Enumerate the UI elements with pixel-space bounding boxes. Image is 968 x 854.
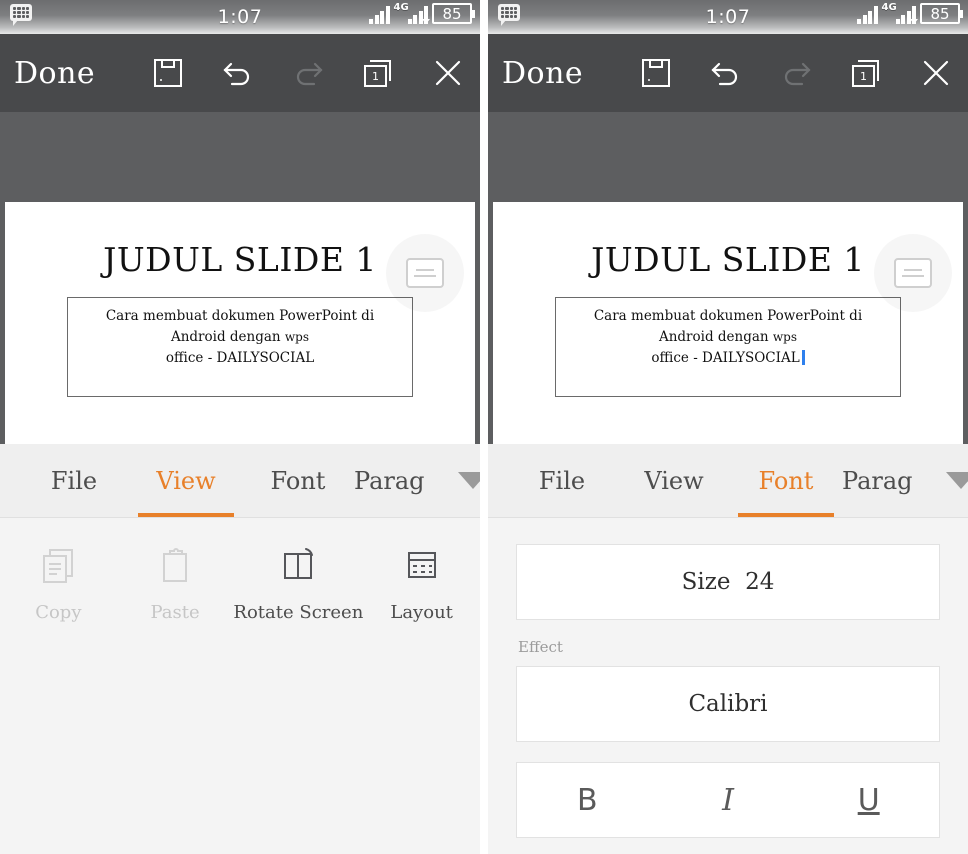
font-size-value: 24: [745, 569, 775, 595]
rotate-screen-button[interactable]: Rotate Screen: [233, 542, 363, 854]
ribbon-tab-bar: File View Font Parag: [0, 444, 480, 518]
effect-section-label: Effect: [518, 638, 563, 656]
text-box-icon[interactable]: [874, 234, 952, 312]
layout-label: Layout: [390, 602, 453, 623]
slide-body-line2: office - DAILYSOCIAL: [651, 349, 800, 366]
slide-body-line2: office - DAILYSOCIAL: [165, 349, 315, 366]
close-icon[interactable]: [430, 55, 466, 91]
app-toolbar: Done 1: [488, 34, 968, 112]
layout-button[interactable]: Layout: [363, 542, 480, 854]
network-type-icon: 4G: [882, 2, 918, 24]
svg-text:1: 1: [860, 70, 867, 83]
tab-paragraph[interactable]: Parag: [842, 444, 928, 517]
font-family-field[interactable]: Calibri: [516, 666, 940, 742]
undo-icon[interactable]: [708, 55, 744, 91]
text-box-icon[interactable]: [386, 234, 464, 312]
slides-icon[interactable]: 1: [360, 55, 396, 91]
tab-file[interactable]: File: [18, 444, 130, 517]
battery-indicator: 85: [432, 3, 475, 24]
view-tool-grid: Copy Paste Rotate Screen Layout: [0, 518, 480, 854]
status-bar: 1:07 4G 85: [488, 0, 968, 34]
paste-label: Paste: [150, 602, 200, 623]
battery-level-text: 85: [930, 4, 950, 23]
signal-strength-icon: [369, 5, 390, 24]
save-icon[interactable]: [150, 55, 186, 91]
redo-icon: [778, 55, 814, 91]
font-options-panel: Size 24 Effect Calibri B I U: [488, 518, 968, 854]
slide-body-line1: Cara membuat dokumen PowerPoint di Andro…: [593, 308, 863, 345]
done-button[interactable]: Done: [14, 56, 95, 91]
tab-font[interactable]: Font: [730, 444, 842, 517]
tab-view[interactable]: View: [618, 444, 730, 517]
slide-body-textbox[interactable]: Cara membuat dokumen PowerPoint di Andro…: [555, 297, 901, 397]
tab-file[interactable]: File: [506, 444, 618, 517]
slides-icon[interactable]: 1: [848, 55, 884, 91]
right-screenshot-panel: 1:07 4G 85 Done 1 JUDUL SLIDE 1 Cara mem…: [488, 0, 968, 854]
close-icon[interactable]: [918, 55, 954, 91]
font-family-value: Calibri: [688, 691, 768, 717]
slide-canvas: JUDUL SLIDE 1 Cara membuat dokumen Power…: [0, 112, 480, 444]
font-size-field[interactable]: Size 24: [516, 544, 940, 620]
text-style-group: B I U: [516, 762, 940, 838]
slide-body-line1-small: wps: [772, 329, 798, 344]
chevron-down-icon[interactable]: [928, 444, 968, 517]
slide-body-line1-small: wps: [284, 329, 310, 344]
battery-indicator: 85: [920, 3, 963, 24]
battery-level-text: 85: [442, 4, 462, 23]
rotate-screen-icon: [275, 542, 321, 588]
ribbon-tab-bar: File View Font Parag: [488, 444, 968, 518]
slide-canvas: JUDUL SLIDE 1 Cara membuat dokumen Power…: [488, 112, 968, 444]
left-screenshot-panel: 1:07 4G 85 Done 1 JUDUL SLIDE 1 Cara mem…: [0, 0, 480, 854]
tab-view[interactable]: View: [130, 444, 242, 517]
text-cursor: [801, 349, 805, 365]
tab-paragraph[interactable]: Parag: [354, 444, 440, 517]
copy-icon: [35, 542, 81, 588]
slide-body-textbox[interactable]: Cara membuat dokumen PowerPoint di Andro…: [67, 297, 413, 397]
underline-button[interactable]: U: [798, 783, 939, 818]
bold-button[interactable]: B: [517, 783, 658, 818]
rotate-screen-label: Rotate Screen: [233, 602, 364, 623]
italic-button[interactable]: I: [658, 783, 799, 818]
paste-button[interactable]: Paste: [117, 542, 234, 854]
network-type-icon: 4G: [394, 2, 430, 24]
svg-text:1: 1: [372, 70, 379, 83]
slide-body-line1: Cara membuat dokumen PowerPoint di Andro…: [105, 308, 375, 345]
copy-label: Copy: [35, 602, 82, 623]
save-icon[interactable]: [638, 55, 674, 91]
layout-icon: [399, 542, 445, 588]
tab-font[interactable]: Font: [242, 444, 354, 517]
status-bar: 1:07 4G 85: [0, 0, 480, 34]
app-toolbar: Done 1: [0, 34, 480, 112]
done-button[interactable]: Done: [502, 56, 583, 91]
font-size-label: Size: [681, 569, 731, 595]
chevron-down-icon[interactable]: [440, 444, 480, 517]
copy-button[interactable]: Copy: [0, 542, 117, 854]
dual-screenshot: 1:07 4G 85 Done 1 JUDUL SLIDE 1 Cara mem…: [0, 0, 968, 854]
paste-icon: [152, 542, 198, 588]
signal-strength-icon: [857, 5, 878, 24]
redo-icon: [290, 55, 326, 91]
undo-icon[interactable]: [220, 55, 256, 91]
